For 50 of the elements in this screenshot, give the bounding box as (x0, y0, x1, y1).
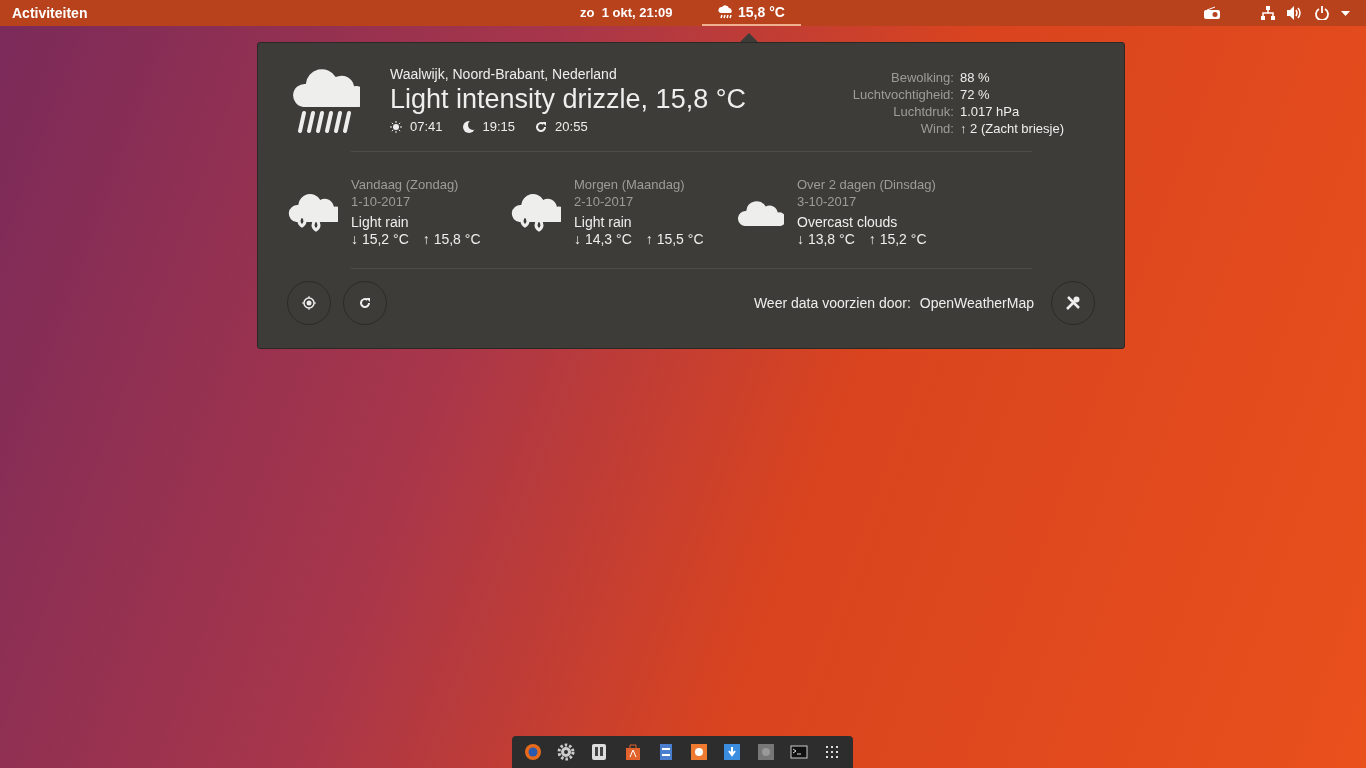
high-temperature: ↑ 15,8 °C (422, 231, 481, 248)
low-temperature: ↓ 15,2 °C (351, 231, 409, 248)
sun-icon (390, 120, 402, 133)
provider-link[interactable]: OpenWeatherMap (919, 292, 1034, 314)
forecast-condition: Light rain (574, 214, 633, 231)
low-temperature: ↓ 13,8 °C (797, 231, 855, 248)
detail-value: 1.017 hPa (959, 103, 1021, 120)
refresh-icon (359, 297, 371, 309)
low-temperature: ↓ 14,3 °C (574, 231, 632, 248)
forecast-date: 3-10-2017 (797, 193, 858, 210)
detail-value: ↑ 2 (Zacht briesje) (959, 120, 1064, 137)
forecast-condition: Light rain (351, 214, 410, 231)
refresh-icon (535, 120, 548, 133)
high-temperature: ↑ 15,2 °C (868, 231, 927, 248)
rain-cloud-icon (718, 5, 734, 19)
network-icon[interactable] (1261, 6, 1275, 20)
detail-label: Luchtdruk: (892, 103, 954, 120)
power-icon[interactable] (1315, 6, 1329, 20)
shopping-bag-icon[interactable] (623, 743, 642, 761)
high-temperature: ↑ 15,5 °C (645, 231, 704, 248)
dropdown-caret-icon[interactable] (1341, 10, 1350, 16)
sunrise-time: 07:41 (410, 118, 443, 136)
weather-indicator[interactable]: 15,8 °C (702, 0, 801, 26)
activities-button[interactable]: Activiteiten (12, 2, 88, 24)
switches-icon[interactable] (590, 743, 609, 761)
forecast-day: Morgen (Maandag) (574, 176, 704, 193)
forecast-date: 1-10-2017 (351, 193, 412, 210)
browser-icon[interactable] (523, 743, 542, 761)
forecast-date: 2-10-2017 (574, 193, 635, 210)
moon-icon (462, 120, 475, 133)
location-label: Waalwijk, Noord-Brabant, Nederland (390, 65, 618, 83)
detail-value: 88 % (959, 69, 991, 86)
forecast-day: Over 2 dagen (Dinsdag) (797, 176, 936, 193)
terminal-icon[interactable] (790, 743, 808, 761)
target-icon (302, 296, 316, 310)
update-time: 20:55 (555, 118, 588, 136)
download-icon[interactable] (723, 743, 742, 761)
forecast-condition: Overcast clouds (797, 214, 899, 231)
provider-label: Weer data voorzien door: (753, 293, 911, 313)
weather-summary: Light intensity drizzle, 15,8 °C (390, 83, 747, 115)
detail-label: Luchtvochtigheid: (852, 86, 954, 103)
volume-icon[interactable] (1287, 6, 1303, 20)
radio-icon[interactable] (1203, 6, 1221, 20)
detail-label: Bewolking: (890, 69, 954, 86)
forecast-day: Vandaag (Zondag) (351, 176, 481, 193)
clock[interactable]: zo 1 okt, 21:09 (580, 3, 673, 23)
tools-icon (1065, 295, 1081, 311)
detail-label: Wind: (919, 120, 954, 137)
sunset-time: 19:15 (482, 118, 516, 136)
detail-value: 72 % (959, 86, 991, 103)
